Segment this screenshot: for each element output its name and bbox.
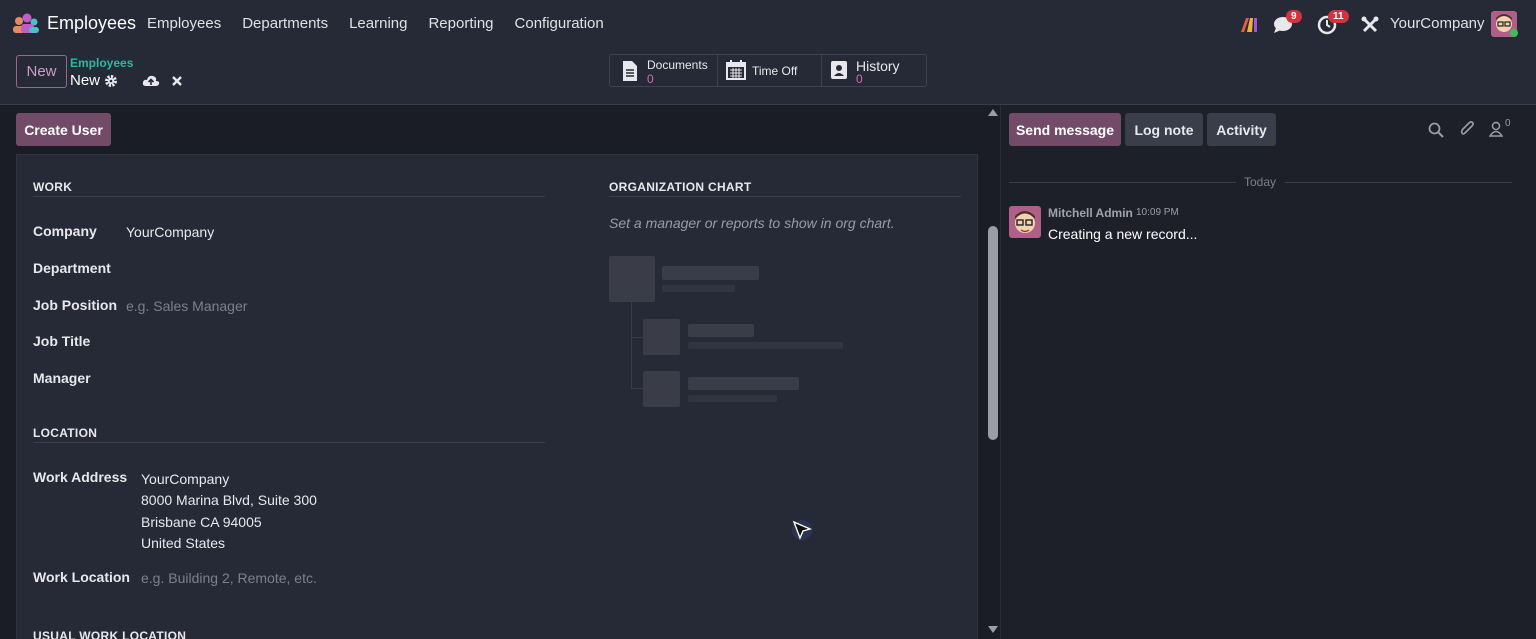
department-field[interactable] <box>126 260 526 278</box>
job-title-field[interactable] <box>126 333 526 351</box>
address-line: Brisbane CA 94005 <box>141 514 262 530</box>
followers-icon[interactable] <box>1489 121 1503 137</box>
company-switcher[interactable]: YourCompany <box>1390 15 1485 32</box>
menu-item-departments[interactable]: Departments <box>242 15 328 32</box>
job-position-field[interactable]: e.g. Sales Manager <box>126 298 247 314</box>
message-author-avatar[interactable] <box>1009 206 1041 238</box>
message-body: Creating a new record... <box>1048 226 1198 242</box>
date-divider-left <box>1009 182 1236 183</box>
scroll-down-arrow[interactable] <box>988 626 998 634</box>
message-time: 10:09 PM <box>1136 207 1179 218</box>
ai-icon[interactable] <box>1240 14 1258 36</box>
menu-item-configuration[interactable]: Configuration <box>515 15 604 32</box>
work-section-title: WORK <box>33 180 73 194</box>
address-line: YourCompany <box>141 471 230 487</box>
org-skeleton-line <box>688 342 843 349</box>
work-location-label: Work Location <box>33 569 130 585</box>
date-divider-right <box>1285 182 1512 183</box>
work-location-field[interactable]: e.g. Building 2, Remote, etc. <box>141 570 317 586</box>
new-button[interactable]: New <box>16 55 67 88</box>
org-skeleton-line <box>688 324 754 337</box>
discard-icon[interactable] <box>171 75 183 87</box>
scroll-up-arrow[interactable] <box>988 108 998 116</box>
paperclip-icon[interactable] <box>1459 121 1475 139</box>
manager-label: Manager <box>33 370 91 386</box>
work-divider <box>33 196 545 197</box>
menu-item-learning[interactable]: Learning <box>349 15 407 32</box>
location-section-title: LOCATION <box>33 426 98 440</box>
save-cloud-icon[interactable] <box>142 74 160 88</box>
address-line: 8000 Marina Blvd, Suite 300 <box>141 492 317 508</box>
activity-button[interactable]: Activity <box>1207 113 1276 146</box>
org-skeleton-connector <box>631 337 643 338</box>
menu-item-reporting[interactable]: Reporting <box>428 15 493 32</box>
date-divider-label: Today <box>1244 175 1277 189</box>
search-icon[interactable] <box>1428 122 1444 138</box>
org-skeleton-line <box>688 377 799 390</box>
org-skeleton-line <box>688 395 777 402</box>
work-address-label: Work Address <box>33 469 128 485</box>
scrollbar-thumb[interactable] <box>988 226 998 440</box>
org-skeleton-avatar <box>643 371 680 407</box>
activities-badge: 11 <box>1328 10 1349 23</box>
user-avatar[interactable] <box>1491 11 1519 39</box>
documents-label: Documents <box>647 58 708 72</box>
time-off-smart-button[interactable]: Time Off <box>718 55 822 86</box>
breadcrumb-parent[interactable]: Employees <box>70 56 133 70</box>
form-statusbar: Create User <box>0 105 986 154</box>
org-skeleton-avatar <box>643 319 680 355</box>
documents-count: 0 <box>647 72 654 86</box>
main-menu: Employees Departments Learning Reporting… <box>147 15 625 32</box>
org-chart-title: ORGANIZATION CHART <box>609 180 752 194</box>
org-skeleton-connector <box>631 302 632 388</box>
usual-location-title: USUAL WORK LOCATION <box>33 629 187 639</box>
followers-count: 0 <box>1505 118 1511 129</box>
log-note-button[interactable]: Log note <box>1125 113 1203 146</box>
employees-app-icon[interactable] <box>12 13 40 35</box>
message-author[interactable]: Mitchell Admin <box>1048 206 1133 220</box>
contact-card-icon <box>831 61 847 79</box>
department-label: Department <box>33 260 111 276</box>
top-navbar: Employees Employees Departments Learning… <box>0 0 1536 48</box>
create-user-button[interactable]: Create User <box>16 113 111 146</box>
job-position-label: Job Position <box>33 297 117 313</box>
company-field[interactable]: YourCompany <box>126 224 214 240</box>
manager-field[interactable] <box>126 370 526 388</box>
send-message-button[interactable]: Send message <box>1009 113 1121 146</box>
messages-badge: 9 <box>1286 10 1302 23</box>
history-count: 0 <box>856 72 863 86</box>
time-off-label: Time Off <box>752 64 798 78</box>
gear-icon[interactable] <box>104 74 118 88</box>
documents-smart-button[interactable]: Documents 0 <box>610 55 718 86</box>
org-skeleton-line <box>662 266 759 280</box>
menu-item-employees[interactable]: Employees <box>147 15 221 32</box>
tools-icon[interactable] <box>1361 14 1379 36</box>
form-view: Create User WORK Company YourCompany Dep… <box>0 105 986 639</box>
org-skeleton-line <box>662 285 735 292</box>
app-title[interactable]: Employees <box>47 13 136 34</box>
org-skeleton-avatar <box>609 256 655 302</box>
location-divider <box>33 442 545 443</box>
history-smart-button[interactable]: History 0 <box>822 55 926 86</box>
mouse-cursor-icon <box>792 520 813 540</box>
org-chart-divider <box>609 196 961 197</box>
job-title-label: Job Title <box>33 333 91 349</box>
breadcrumb-current: New <box>70 72 101 89</box>
address-line: United States <box>141 535 226 551</box>
form-sheet: WORK Company YourCompany Department Job … <box>16 154 978 639</box>
org-chart-hint: Set a manager or reports to show in org … <box>609 215 895 231</box>
calendar-icon <box>726 60 746 80</box>
document-icon <box>623 61 637 81</box>
control-panel: New Employees New Documents 0 Time Off H… <box>0 48 1536 105</box>
company-label: Company <box>33 223 97 239</box>
org-skeleton-connector <box>631 388 643 389</box>
smart-buttons: Documents 0 Time Off History 0 <box>609 54 927 87</box>
